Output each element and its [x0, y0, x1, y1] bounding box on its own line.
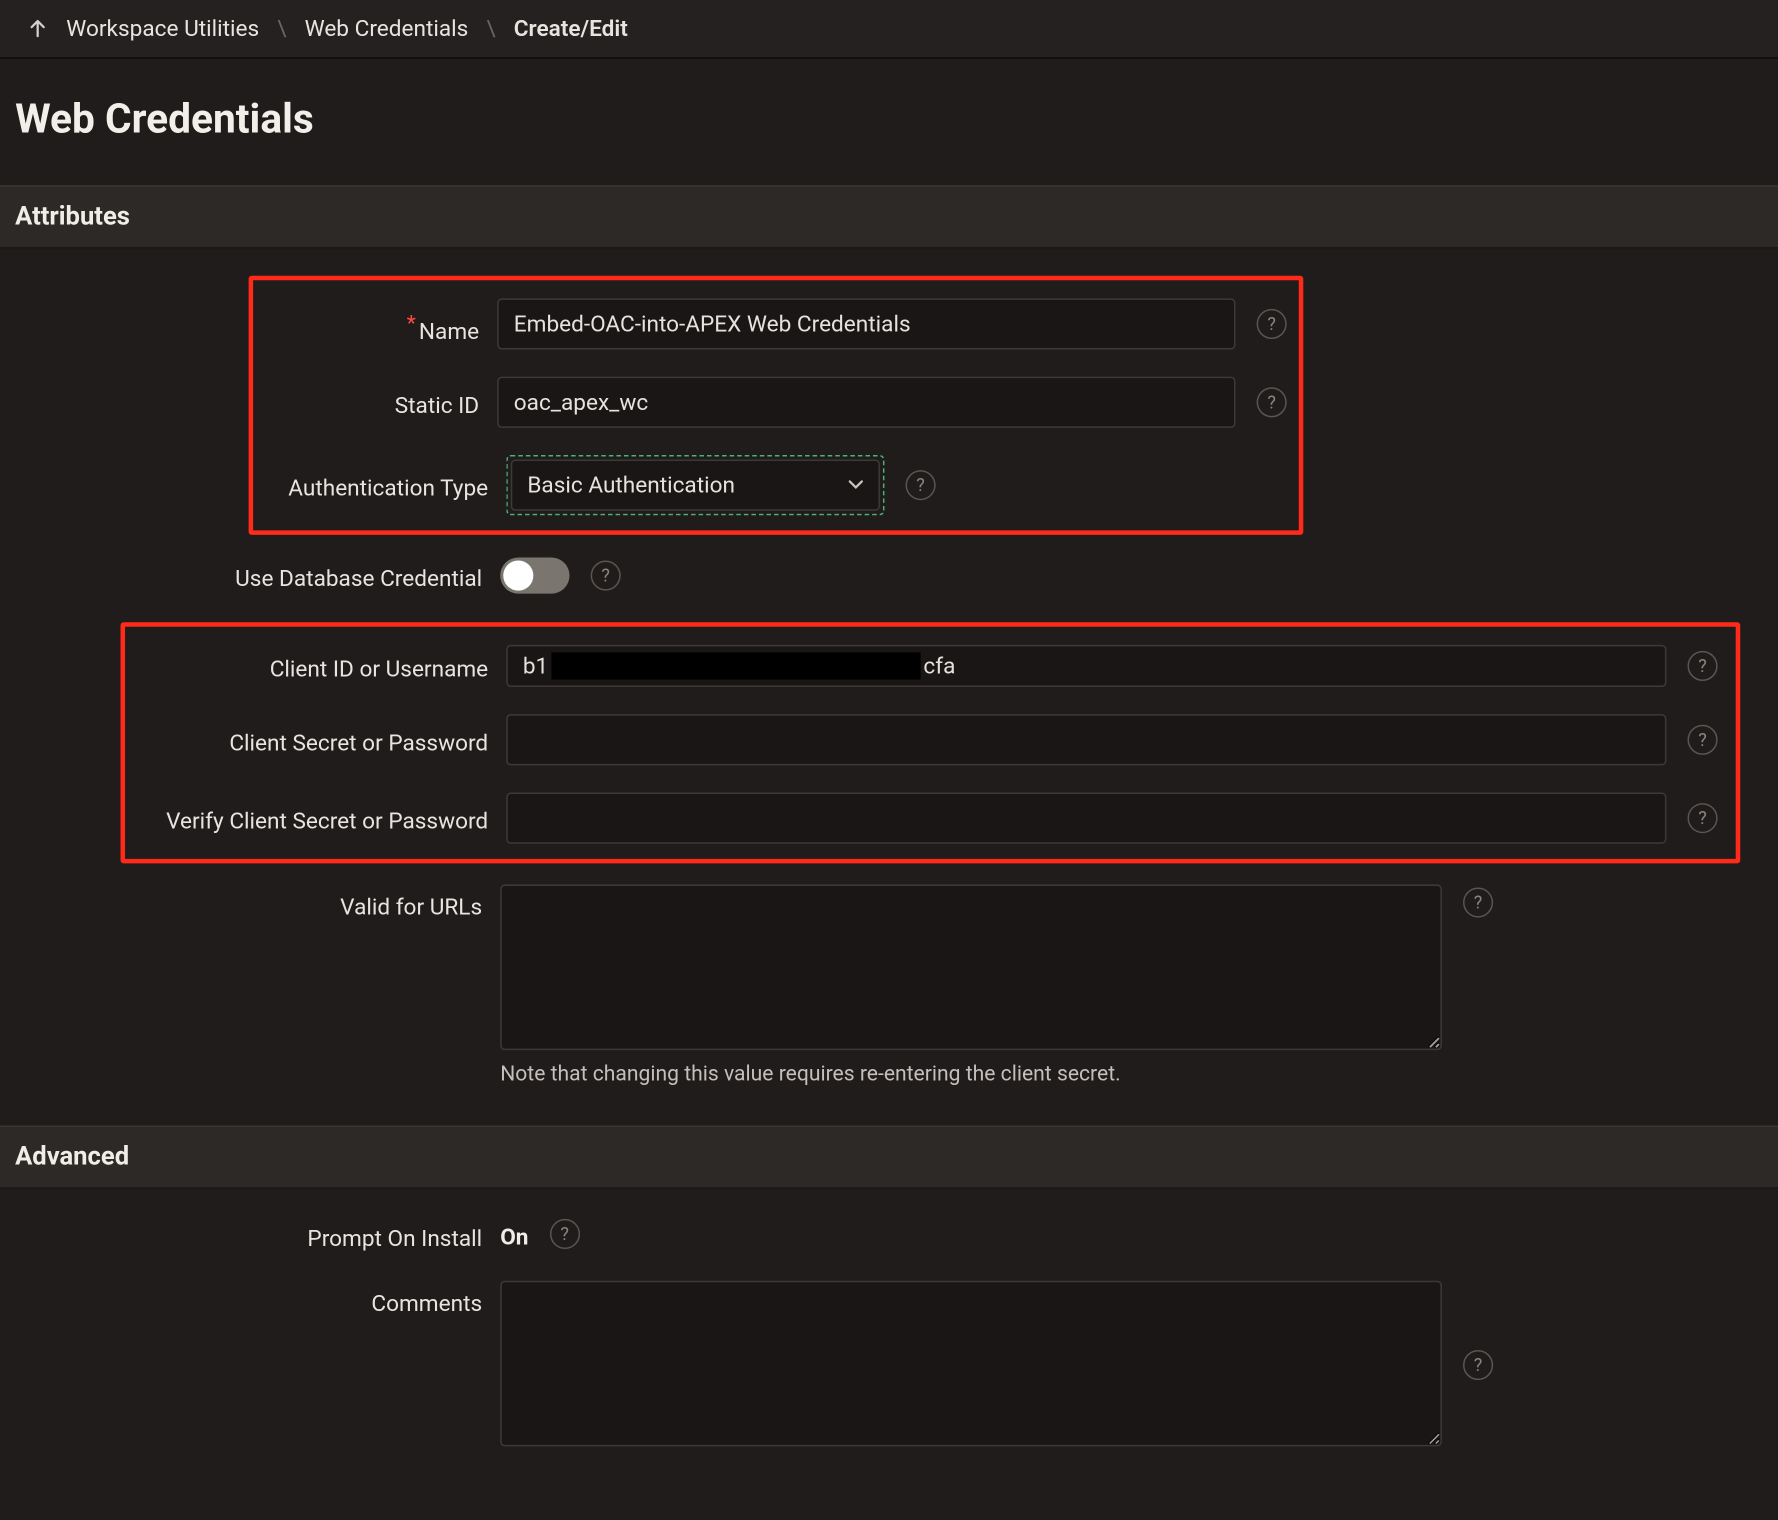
help-icon[interactable]: ? — [1688, 724, 1718, 754]
annotation-highlight-box: *Name ? Static ID ? Authentication Type — [249, 276, 1304, 535]
auth-type-select[interactable]: Basic Authentication — [511, 460, 880, 511]
label-name: *Name — [265, 301, 497, 347]
help-icon[interactable]: ? — [550, 1219, 580, 1249]
comments-textarea[interactable] — [500, 1281, 1442, 1447]
page-title: Web Credentials — [15, 95, 1763, 143]
breadcrumb-separator-icon: \ — [277, 15, 286, 42]
help-icon[interactable]: ? — [906, 470, 936, 500]
help-icon[interactable]: ? — [1463, 887, 1493, 917]
label-client-id: Client ID or Username — [137, 646, 506, 684]
help-icon[interactable]: ? — [1688, 650, 1718, 680]
breadcrumb: Workspace Utilities \ Web Credentials \ … — [0, 0, 1778, 59]
up-arrow-icon[interactable] — [27, 18, 48, 39]
label-comments: Comments — [15, 1281, 500, 1319]
redacted-block — [551, 652, 920, 679]
name-input[interactable] — [497, 298, 1235, 349]
valid-urls-hint: Note that changing this value requires r… — [500, 1061, 1120, 1085]
help-icon[interactable]: ? — [1257, 387, 1287, 417]
breadcrumb-separator-icon: \ — [486, 15, 495, 42]
label-valid-urls: Valid for URLs — [15, 884, 500, 922]
breadcrumb-item-web-credentials[interactable]: Web Credentials — [305, 15, 469, 42]
annotation-highlight-box: Client ID or Username b1 cfa ? Client Se… — [121, 622, 1741, 863]
label-use-db-cred: Use Database Credential — [15, 556, 500, 594]
section-header-advanced: Advanced — [0, 1125, 1778, 1188]
label-auth-type: Authentication Type — [265, 466, 506, 504]
help-icon[interactable]: ? — [1463, 1350, 1493, 1380]
breadcrumb-item-workspace-utilities[interactable]: Workspace Utilities — [66, 15, 259, 42]
label-client-secret: Client Secret or Password — [137, 720, 506, 758]
label-static-id: Static ID — [265, 383, 497, 421]
client-id-input[interactable]: b1 cfa — [506, 644, 1666, 686]
label-prompt-install: Prompt On Install — [15, 1215, 500, 1253]
help-icon[interactable]: ? — [1257, 309, 1287, 339]
static-id-input[interactable] — [497, 377, 1235, 428]
help-icon[interactable]: ? — [1688, 802, 1718, 832]
section-header-attributes: Attributes — [0, 185, 1778, 248]
client-secret-input[interactable] — [506, 713, 1666, 764]
verify-client-secret-input[interactable] — [506, 792, 1666, 843]
prompt-on-install-value: On — [500, 1218, 528, 1251]
use-db-credential-toggle[interactable] — [500, 557, 569, 593]
breadcrumb-current: Create/Edit — [514, 15, 628, 42]
label-verify-secret: Verify Client Secret or Password — [137, 798, 506, 836]
help-icon[interactable]: ? — [591, 560, 621, 590]
valid-urls-textarea[interactable] — [500, 884, 1442, 1050]
